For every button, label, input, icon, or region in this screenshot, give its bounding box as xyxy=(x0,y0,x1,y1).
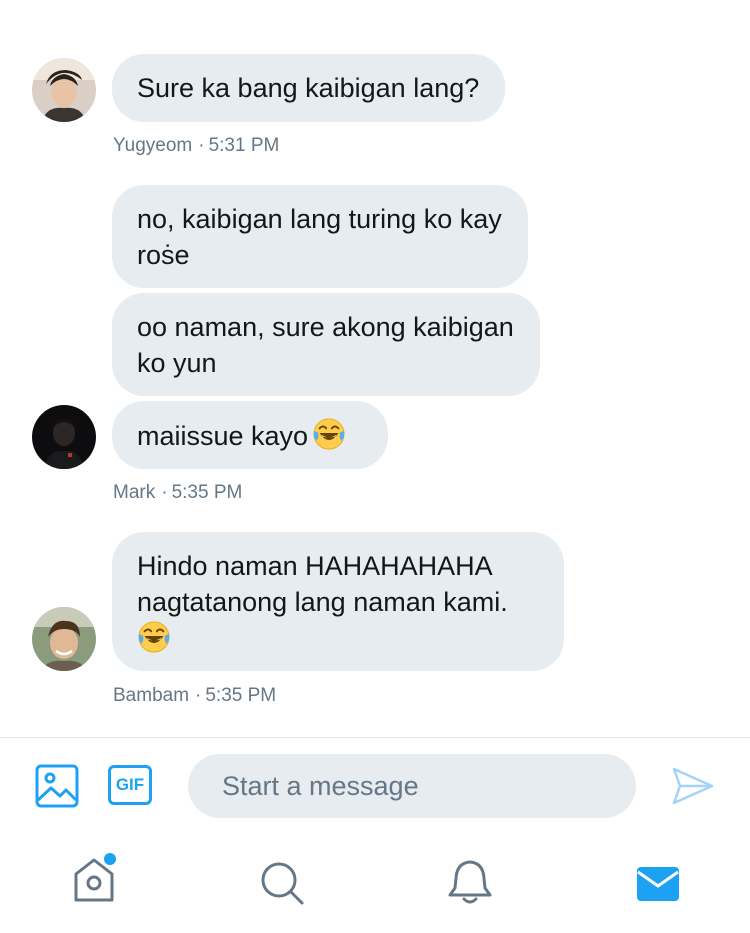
message-time: 5:31 PM xyxy=(208,135,280,156)
sender-name: Mark xyxy=(113,482,156,503)
message-text: maiissue kayo xyxy=(137,417,362,454)
notification-dot xyxy=(104,853,116,865)
message-bubble[interactable]: Hindo naman HAHAHAHAHA nagtatanong lang … xyxy=(112,532,564,671)
sender-name: Yugyeom xyxy=(113,135,193,156)
sender-name: Bambam xyxy=(113,685,190,706)
gif-label: GIF xyxy=(115,775,145,794)
message-bubble[interactable]: oo naman, sure akong kaibigan ko yun xyxy=(112,293,540,396)
message-text: ko yun xyxy=(137,348,217,378)
meta-separator: · xyxy=(198,135,205,156)
home-icon[interactable] xyxy=(70,852,122,906)
message-time: 5:35 PM xyxy=(205,685,277,706)
meta-separator: · xyxy=(161,482,168,503)
message-emoji-line xyxy=(137,620,538,657)
message-bubble[interactable]: Sure ka bang kaibigan lang? xyxy=(112,54,506,122)
message-bubble[interactable]: maiissue kayo xyxy=(112,401,388,469)
message-text: oo naman, sure akong kaibigan xyxy=(137,312,514,342)
search-icon[interactable] xyxy=(259,860,305,906)
avatar-mark[interactable] xyxy=(32,405,96,469)
message-bubble[interactable]: no, kaibigan lang turing ko kay roṡe xyxy=(112,185,528,288)
message-text: roṡe xyxy=(137,240,190,270)
message-meta: Bambam · 5:35 PM xyxy=(113,685,276,707)
message-text: nagtatanong lang naman kami. xyxy=(137,587,508,617)
message-text: Sure ka bang kaibigan lang? xyxy=(137,73,480,103)
avatar-yugyeom[interactable] xyxy=(32,58,96,122)
message-input[interactable] xyxy=(188,754,636,818)
message-time: 5:35 PM xyxy=(171,482,243,503)
message-meta: Mark · 5:35 PM xyxy=(113,482,242,504)
laughing-emoji-icon xyxy=(312,417,346,451)
bell-icon[interactable] xyxy=(447,858,493,906)
laughing-emoji-icon xyxy=(137,620,171,654)
gif-button[interactable]: GIF xyxy=(108,765,152,805)
mail-icon[interactable] xyxy=(636,866,680,902)
avatar-bambam[interactable] xyxy=(32,607,96,671)
message-text: Hindo naman HAHAHAHAHA xyxy=(137,551,493,581)
image-icon[interactable] xyxy=(35,764,79,808)
message-text: no, kaibigan lang turing ko kay xyxy=(137,204,502,234)
message-meta: Yugyeom · 5:31 PM xyxy=(113,135,279,157)
send-icon[interactable] xyxy=(671,766,715,806)
meta-separator: · xyxy=(195,685,202,706)
